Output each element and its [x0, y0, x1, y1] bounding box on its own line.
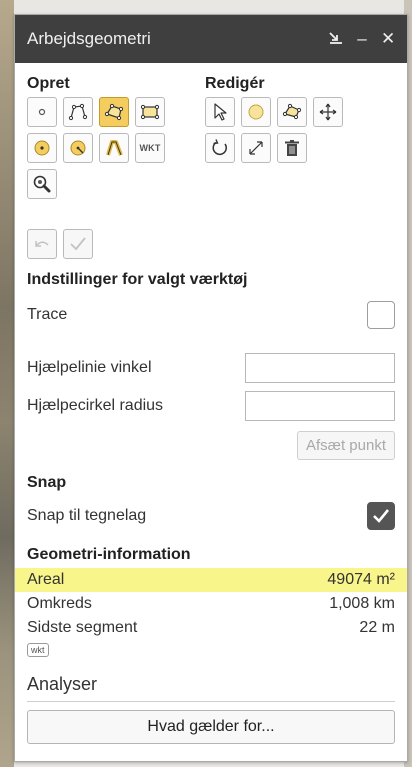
rotate-button[interactable]	[205, 133, 235, 163]
vertex-edit-icon	[282, 103, 302, 120]
create-tools-group: Opret WKT	[27, 75, 165, 199]
edit-vertices-button[interactable]	[277, 97, 307, 127]
circle-edit-icon	[248, 104, 264, 120]
edit-circle-button[interactable]	[241, 97, 271, 127]
wkt-icon: WKT	[139, 143, 161, 153]
minimize-button[interactable]: –	[355, 30, 369, 47]
polygon-icon	[104, 103, 124, 121]
trash-icon	[285, 140, 299, 156]
perimeter-value: 1,008 km	[329, 595, 395, 612]
draw-polygon-button[interactable]	[99, 97, 129, 127]
edit-tools-group: Redigér	[205, 75, 343, 199]
place-point-row: Afsæt punkt	[27, 431, 395, 460]
work-geometry-panel: Arbejdsgeometri – ✕ Opret WKT Redigér In…	[14, 14, 408, 762]
snap-title: Snap	[27, 474, 67, 491]
snap-label: Snap til tegnelag	[27, 507, 147, 524]
helper-radius-row: Hjælpecirkel radius	[27, 391, 395, 421]
helper-radius-input[interactable]	[245, 391, 395, 421]
area-label: Areal	[27, 571, 65, 588]
cursor-arrow-icon	[214, 103, 227, 121]
select-button[interactable]	[205, 97, 235, 127]
checkmark-icon	[373, 509, 390, 523]
dock-icon[interactable]	[329, 31, 343, 47]
rotate-icon	[212, 139, 227, 156]
last-segment-row: Sidste segment 22 m	[27, 616, 395, 640]
undo-button[interactable]	[27, 229, 57, 259]
draw-radius-button[interactable]	[63, 133, 93, 163]
geometry-info-title: Geometri-information	[27, 546, 191, 563]
zoom-to-geometry-button[interactable]	[27, 169, 57, 199]
trace-checkbox[interactable]	[367, 301, 395, 329]
magnifier-icon	[33, 175, 51, 193]
helper-radius-label: Hjælpecirkel radius	[27, 397, 164, 414]
resize-icon	[249, 141, 263, 155]
edit-tools-title: Redigér	[205, 75, 265, 92]
area-row: Areal 49074 m²	[15, 568, 407, 592]
trace-label: Trace	[27, 306, 68, 323]
map-background	[0, 0, 14, 767]
circle-icon	[34, 140, 50, 156]
place-point-button[interactable]: Afsæt punkt	[296, 431, 395, 460]
wkt-export-button[interactable]: wkt	[27, 643, 49, 657]
undo-icon	[35, 241, 49, 247]
helper-angle-row: Hjælpelinie vinkel	[27, 353, 395, 383]
trace-row: Trace	[27, 301, 395, 329]
draw-rectangle-button[interactable]	[135, 97, 165, 127]
last-segment-label: Sidste segment	[27, 619, 138, 636]
draw-circle-button[interactable]	[27, 133, 57, 163]
buffer-icon	[106, 140, 123, 156]
panel-title: Arbejdsgeometri	[27, 29, 151, 48]
geometry-info-list: Areal 49074 m² Omkreds 1,008 km Sidste s…	[15, 568, 407, 658]
draw-buffer-button[interactable]	[99, 133, 129, 163]
line-icon	[68, 103, 88, 121]
draw-line-button[interactable]	[63, 97, 93, 127]
delete-button[interactable]	[277, 133, 307, 163]
create-tools-title: Opret	[27, 75, 70, 92]
helper-angle-input[interactable]	[245, 353, 395, 383]
perimeter-row: Omkreds 1,008 km	[27, 592, 395, 616]
point-icon	[38, 108, 46, 116]
settings-title: Indstillinger for valgt værktøj	[27, 271, 248, 288]
move-button[interactable]	[313, 97, 343, 127]
rectangle-icon	[140, 104, 160, 120]
perimeter-label: Omkreds	[27, 595, 92, 612]
close-button[interactable]: ✕	[381, 30, 395, 47]
last-segment-value: 22 m	[359, 619, 395, 636]
panel-titlebar: Arbejdsgeometri – ✕	[15, 15, 407, 63]
move-arrows-icon	[319, 103, 337, 121]
scale-button[interactable]	[241, 133, 271, 163]
what-applies-button[interactable]: Hvad gælder for...	[27, 710, 395, 744]
undo-redo-row	[27, 229, 395, 259]
analysis-title: Analyser	[27, 674, 395, 702]
confirm-button[interactable]	[63, 229, 93, 259]
draw-wkt-button[interactable]: WKT	[135, 133, 165, 163]
snap-checkbox[interactable]	[367, 502, 395, 530]
checkmark-icon	[70, 237, 86, 251]
draw-point-button[interactable]	[27, 97, 57, 127]
area-value: 49074 m²	[327, 571, 395, 588]
window-controls: – ✕	[329, 30, 395, 47]
radius-icon	[70, 140, 86, 156]
snap-row: Snap til tegnelag	[27, 502, 395, 530]
helper-angle-label: Hjælpelinie vinkel	[27, 359, 152, 376]
